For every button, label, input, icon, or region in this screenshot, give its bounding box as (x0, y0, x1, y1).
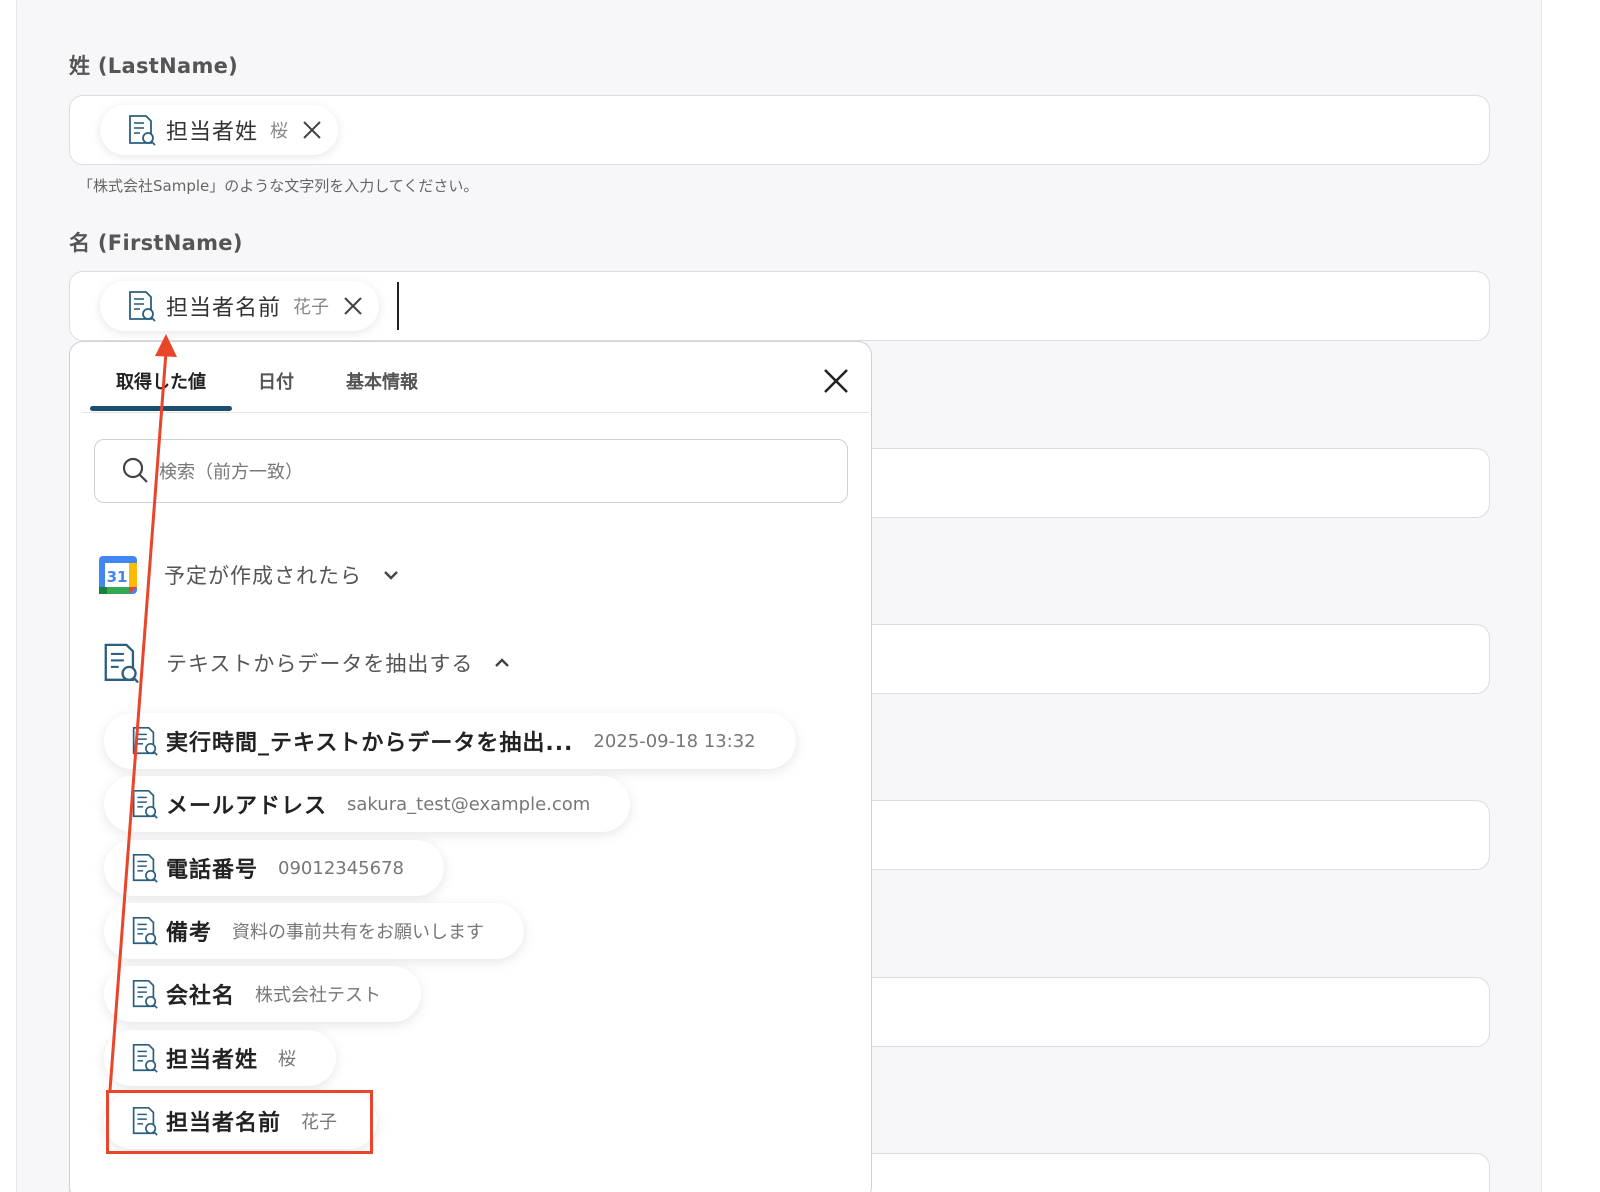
list-item[interactable]: 備考 資料の事前共有をお願いします (104, 903, 525, 959)
list-item[interactable]: メールアドレス sakura_test@example.com (104, 776, 631, 832)
item-name: 会社名 (166, 984, 236, 1009)
item-name: メールアドレス (166, 794, 328, 819)
item-value: 資料の事前共有をお願いします (232, 922, 485, 943)
chip-value: 桜 (270, 121, 289, 142)
document-search-icon (98, 639, 142, 687)
search-icon (122, 457, 148, 483)
tab-date[interactable]: 日付 (232, 342, 320, 412)
firstname-variable-chip[interactable]: 担当者名前 花子 (100, 281, 380, 331)
search-input[interactable]: 検索（前方一致） (94, 439, 848, 503)
list-item[interactable]: 実行時間_テキストからデータを抽出... 2025-09-18 13:32 (104, 713, 796, 769)
tab-retrieved-values[interactable]: 取得した値 (90, 342, 232, 412)
list-item[interactable]: 電話番号 09012345678 (104, 840, 444, 896)
chip-value: 花子 (293, 297, 330, 318)
item-name: 電話番号 (166, 858, 259, 883)
group-name: 予定が作成されたら (164, 564, 362, 588)
item-name: 備考 (166, 921, 213, 946)
group-name: テキストからデータを抽出する (166, 652, 474, 676)
list-item[interactable]: 担当者姓 桜 (104, 1030, 337, 1086)
document-search-icon (128, 788, 160, 820)
item-value: 2025-09-18 13:32 (593, 730, 756, 752)
document-search-icon (124, 113, 158, 147)
document-search-icon (128, 915, 160, 947)
document-search-icon (124, 289, 158, 323)
chevron-down-icon (384, 571, 398, 580)
lastname-label: 姓 (LastName) (69, 54, 239, 78)
lastname-variable-chip[interactable]: 担当者姓 桜 (100, 105, 339, 155)
chip-name: 担当者名前 (166, 296, 282, 321)
annotation-highlight-box (106, 1090, 373, 1154)
text-caret (397, 282, 399, 330)
calendar-icon-date: 31 (107, 568, 128, 586)
item-value: sakura_test@example.com (347, 793, 591, 815)
picker-tabs: 取得した値 日付 基本情報 (90, 342, 444, 412)
search-placeholder: 検索（前方一致） (159, 462, 303, 483)
close-icon[interactable] (341, 294, 365, 318)
close-icon[interactable] (821, 366, 851, 396)
firstname-label: 名 (FirstName) (69, 231, 243, 255)
tab-divider (82, 412, 869, 413)
item-name: 担当者姓 (166, 1048, 259, 1073)
chip-name: 担当者姓 (166, 120, 259, 145)
close-icon[interactable] (300, 118, 324, 142)
tab-basic-info[interactable]: 基本情報 (320, 342, 444, 412)
group-extract-text[interactable]: テキストからデータを抽出する (98, 639, 513, 687)
group-calendar-trigger[interactable]: 31 予定が作成されたら (98, 555, 402, 595)
list-item[interactable]: 会社名 株式会社テスト (104, 966, 422, 1022)
item-value: 09012345678 (278, 857, 404, 879)
item-value: 株式会社テスト (255, 985, 382, 1006)
item-value: 桜 (278, 1049, 297, 1070)
document-search-icon (128, 978, 160, 1010)
lastname-hint: 「株式会社Sample」のような文字列を入力してください。 (78, 177, 479, 195)
google-calendar-icon: 31 (99, 556, 137, 594)
document-search-icon (128, 852, 160, 884)
document-search-icon (128, 1042, 160, 1074)
item-name: 実行時間_テキストからデータを抽出... (166, 731, 574, 756)
chevron-up-icon (495, 658, 510, 667)
document-search-icon (128, 725, 160, 757)
